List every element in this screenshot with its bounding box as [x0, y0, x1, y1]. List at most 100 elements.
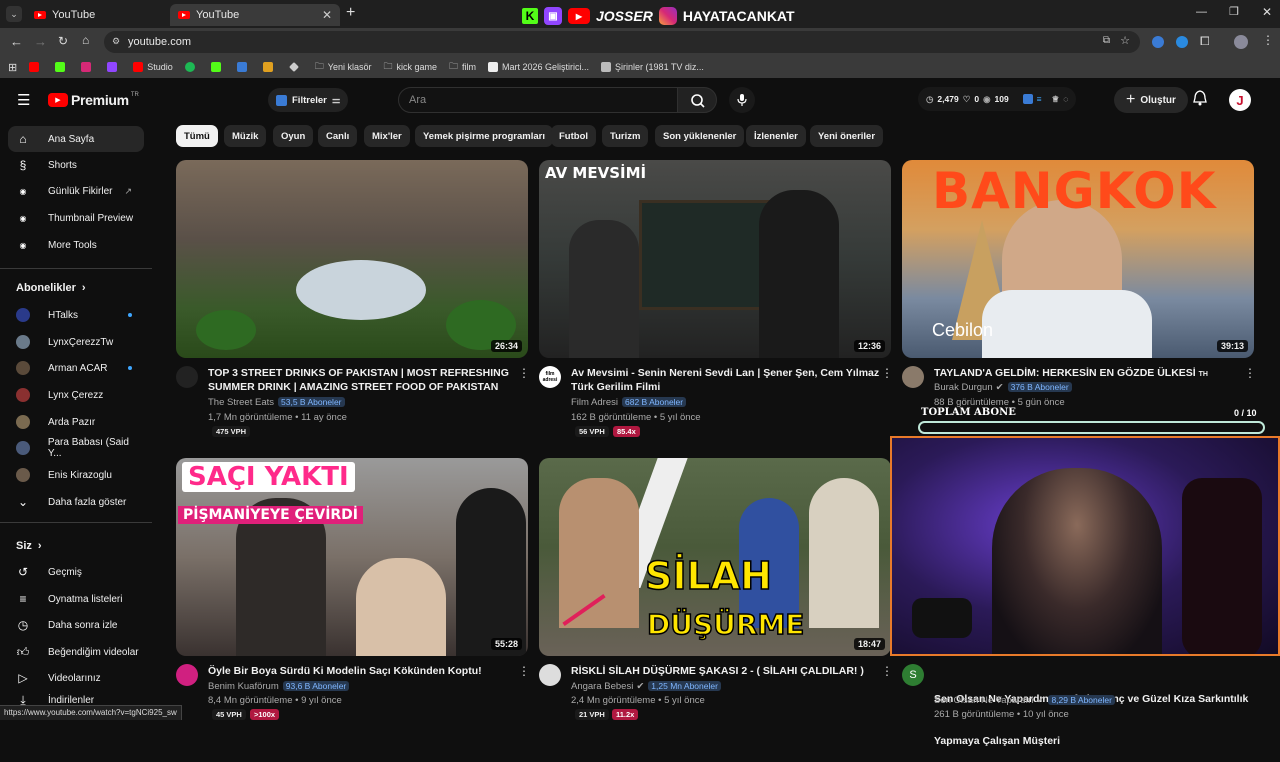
sidebar-item-watch-later[interactable]: ◷ Daha sonra izle: [8, 612, 144, 638]
video-menu-icon[interactable]: ⋮: [518, 366, 530, 380]
bookmark-folder-1[interactable]: 🗀 Yeni klasör: [315, 59, 372, 75]
reload-icon[interactable]: ↻: [58, 34, 68, 48]
channel-name[interactable]: Angara Bebesi ✔ 1,25 Mn Aboneler: [571, 681, 721, 692]
bookmark-misc[interactable]: [236, 62, 251, 72]
profile-avatar[interactable]: [1234, 35, 1248, 49]
video-thumbnail[interactable]: AV MEVSİMİ 12:36: [539, 160, 891, 358]
video-thumbnail[interactable]: SİLAH DÜŞÜRME 18:47: [539, 458, 891, 656]
video-title[interactable]: RİSKLİ SİLAH DÜŞÜRME ŞAKASI 2 - ( SİLAHI…: [571, 664, 864, 678]
sidebar-item-playlists[interactable]: ≡ Oynatma listeleri: [8, 586, 144, 612]
channel-avatar[interactable]: S: [902, 664, 924, 686]
voice-search-button[interactable]: [729, 87, 755, 113]
extension-icon[interactable]: [1176, 36, 1188, 48]
video-menu-icon[interactable]: ⋮: [518, 664, 530, 678]
sidebar-item-sub[interactable]: LynxÇerezzTw: [8, 329, 144, 355]
chip-all[interactable]: Tümü: [176, 125, 218, 147]
sidebar-item-sub[interactable]: Para Babası (Said Y...: [8, 435, 144, 461]
account-avatar[interactable]: J: [1229, 89, 1251, 111]
minimize-icon[interactable]: —: [1196, 6, 1207, 18]
bookmark-folder-3[interactable]: 🗀 film: [449, 59, 476, 75]
sidebar-item-thumbnail-preview[interactable]: ◉ Thumbnail Preview: [8, 205, 144, 231]
channel-name[interactable]: Film Adresi 682 B Aboneler: [571, 397, 687, 408]
chip[interactable]: İzlenenler: [746, 125, 806, 147]
bookmark-folder-2[interactable]: 🗀 kick game: [383, 59, 437, 75]
forward-icon[interactable]: →: [34, 34, 47, 49]
apps-icon[interactable]: ⊞: [8, 61, 17, 74]
youtube-logo[interactable]: ▶ Premium TR: [48, 92, 139, 108]
sidebar-item-sub[interactable]: HTalks: [8, 302, 144, 328]
channel-avatar[interactable]: film adresi: [539, 366, 561, 388]
chip[interactable]: Yeni öneriler: [810, 125, 884, 147]
video-menu-icon[interactable]: ⋮: [881, 664, 893, 678]
bookmark-kick-2[interactable]: [210, 62, 225, 72]
chip[interactable]: Müzik: [224, 125, 267, 147]
chip[interactable]: Turizm: [602, 125, 649, 147]
show-more-button[interactable]: ⌄ Daha fazla göster: [8, 489, 144, 515]
sidebar-item-more-tools[interactable]: ◉ More Tools: [8, 232, 144, 258]
hamburger-menu-icon[interactable]: ☰: [17, 91, 30, 109]
channel-name[interactable]: Benim Kuaförum 93,6 B Aboneler: [208, 681, 350, 692]
maximize-icon[interactable]: ❐: [1229, 5, 1239, 18]
notifications-bell-icon[interactable]: [1193, 90, 1207, 109]
channel-avatar[interactable]: [539, 664, 561, 686]
sidebar-item-sub[interactable]: Arman ACAR: [8, 355, 144, 381]
create-button[interactable]: + Oluştur: [1114, 87, 1188, 113]
back-icon[interactable]: ←: [10, 34, 23, 49]
home-icon[interactable]: ⌂: [82, 33, 89, 47]
chip[interactable]: Son yüklenenler: [655, 125, 745, 147]
bookmark-instagram[interactable]: [81, 62, 95, 72]
tab-search-button[interactable]: ⌄: [6, 6, 22, 22]
chrome-menu-icon[interactable]: ⋮: [1262, 33, 1274, 47]
sidebar-item-your-videos[interactable]: ▷ Videolarınız: [8, 665, 144, 691]
tab-close-icon[interactable]: ✕: [322, 8, 332, 22]
channel-name[interactable]: Sen Olsan Ne Yapardın ✔ 8,29 B Aboneler: [934, 695, 1115, 706]
video-menu-icon[interactable]: ⋮: [881, 366, 893, 380]
install-app-icon[interactable]: ⧉: [1103, 35, 1110, 46]
subscriptions-heading[interactable]: Abonelikler ›: [16, 282, 86, 294]
bookmark-sirinler[interactable]: Şirinler (1981 TV diz...: [601, 62, 704, 72]
site-info-icon[interactable]: ⚙: [112, 36, 120, 47]
video-title[interactable]: Öyle Bir Boya Sürdü Ki Modelin Saçı Kökü…: [208, 664, 482, 678]
video-title[interactable]: TAYLAND'A GELDİM: HERKESİN EN GÖZDE ÜLKE…: [934, 366, 1208, 382]
chip[interactable]: Mix'ler: [364, 125, 410, 147]
chip[interactable]: Yemek pişirme programları: [415, 125, 553, 147]
bookmark-misc-3[interactable]: [288, 62, 303, 72]
video-menu-icon[interactable]: ⋮: [1244, 366, 1256, 380]
search-input[interactable]: Ara: [398, 87, 678, 113]
extensions-puzzle-icon[interactable]: ⧠: [1200, 34, 1210, 49]
video-title[interactable]: Av Mevsimi - Senin Nereni Sevdi Lan | Şe…: [571, 366, 879, 394]
chip[interactable]: Canlı: [318, 125, 358, 147]
bookmark-studio[interactable]: Studio: [133, 62, 173, 72]
video-thumbnail[interactable]: SAÇI YAKTI PİŞMANİYEYE ÇEVİRDİ 55:28: [176, 458, 528, 656]
bookmark-star-icon[interactable]: ☆: [1120, 34, 1130, 47]
browser-tab-2[interactable]: YouTube ✕: [170, 4, 340, 26]
sidebar-item-gunluk-fikirler[interactable]: ◉ Günlük Fikirler ↗: [8, 178, 144, 204]
channel-name[interactable]: The Street Eats 53,5 B Aboneler: [208, 397, 345, 408]
chip[interactable]: Futbol: [551, 125, 597, 147]
sidebar-item-sub[interactable]: Lynx Çerezz: [8, 382, 144, 408]
address-bar[interactable]: ⚙ youtube.com ⧉ ☆: [104, 31, 1140, 53]
channel-avatar[interactable]: [902, 366, 924, 388]
video-thumbnail[interactable]: 26:34: [176, 160, 528, 358]
close-window-icon[interactable]: ✕: [1262, 5, 1272, 19]
sidebar-item-sub[interactable]: Arda Pazır: [8, 409, 144, 435]
search-button[interactable]: [677, 87, 717, 113]
bookmark-misc-2[interactable]: [262, 62, 277, 72]
chip[interactable]: Oyun: [273, 125, 314, 147]
extension-icon[interactable]: [1152, 36, 1164, 48]
sidebar-item-sub[interactable]: Enis Kirazoglu: [8, 462, 144, 488]
filter-button[interactable]: Filtreler ⚌: [268, 88, 349, 112]
channel-avatar[interactable]: [176, 664, 198, 686]
channel-name[interactable]: Burak Durgun ✔ 376 B Aboneler: [934, 382, 1072, 393]
bookmark-twitch[interactable]: [107, 62, 121, 72]
new-tab-button[interactable]: +: [346, 4, 355, 22]
sidebar-item-history[interactable]: ↺ Geçmiş: [8, 559, 144, 585]
channel-avatar[interactable]: [176, 366, 198, 388]
sidebar-item-liked[interactable]: 👍︎ Beğendiğim videolar: [8, 639, 144, 665]
sidebar-item-shorts[interactable]: § Shorts: [8, 152, 144, 178]
video-thumbnail[interactable]: BANGKOK Cebilon 39:13: [902, 160, 1254, 358]
video-title[interactable]: TOP 3 STREET DRINKS OF PAKISTAN | MOST R…: [208, 366, 509, 394]
sidebar-item-home[interactable]: ⌂ Ana Sayfa: [8, 126, 144, 152]
bookmark-spotify[interactable]: [184, 62, 199, 72]
you-heading[interactable]: Siz ›: [16, 540, 42, 552]
